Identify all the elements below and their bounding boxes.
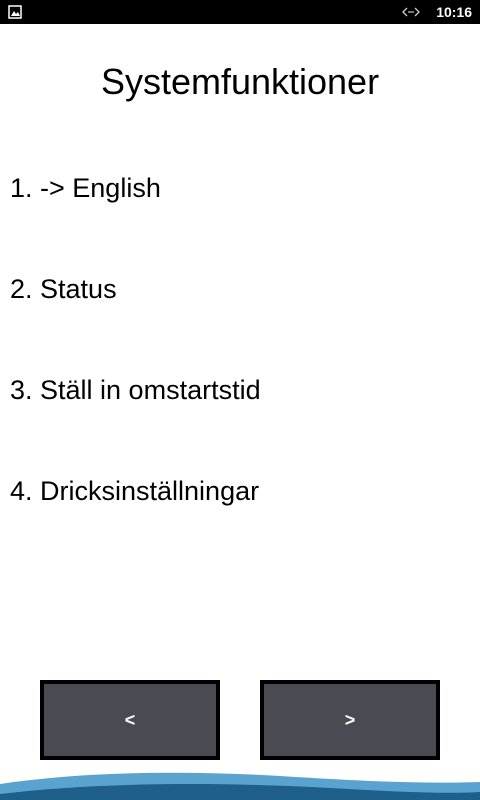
menu-item-restart-time[interactable]: 3. Ställ in omstartstid [10, 372, 470, 408]
menu-item-english[interactable]: 1. -> English [10, 170, 470, 206]
status-time: 10:16 [436, 4, 472, 20]
menu-item-drink-settings[interactable]: 4. Dricksinställningar [10, 473, 470, 509]
image-notification-icon [8, 5, 22, 19]
status-bar: 10:16 [0, 0, 480, 24]
menu-item-status[interactable]: 2. Status [10, 271, 470, 307]
next-button[interactable]: > [260, 680, 440, 760]
decorative-wave [0, 772, 480, 800]
page-title: Systemfunktioner [100, 61, 380, 102]
data-sync-icon [402, 7, 420, 17]
previous-button[interactable]: < [40, 680, 220, 760]
